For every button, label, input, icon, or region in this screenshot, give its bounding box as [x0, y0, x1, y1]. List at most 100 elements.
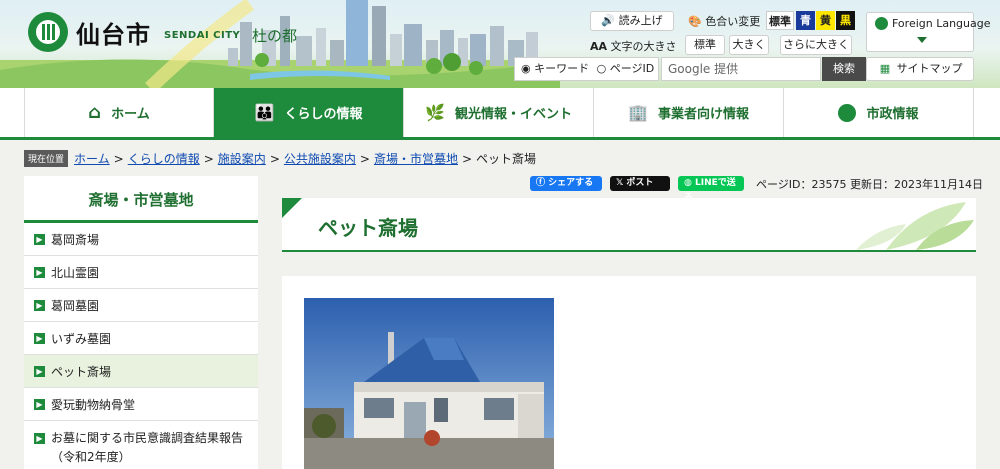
x-post-button[interactable]: 𝕏 ポスト — [610, 176, 670, 191]
text-size-large-button[interactable]: 大きく — [729, 35, 769, 55]
nav-item-label: 市政情報 — [866, 107, 919, 122]
sidebar-item-izumi-boen[interactable]: ▶ いずみ墓園 — [24, 322, 258, 355]
sidebar-item-label: 葛岡墓園 — [51, 298, 100, 313]
breadcrumb-link[interactable]: くらしの情報 — [128, 150, 200, 167]
breadcrumb-separator: > — [269, 151, 280, 166]
search-input[interactable]: Google 提供 — [661, 57, 821, 81]
pet-crematorium-photo — [304, 298, 554, 469]
sidebar-item-label: 愛玩動物納骨堂 — [51, 397, 136, 412]
color-blue-button[interactable]: 青 — [796, 11, 815, 30]
nav-item-label: くらしの情報 — [284, 107, 363, 122]
text-size-standard-button[interactable]: 標準 — [685, 35, 725, 55]
nav-item-tourism[interactable]: 🌿 観光情報・イベント — [404, 88, 594, 137]
nav-item-label: 事業者向け情報 — [657, 107, 749, 122]
speaker-icon: 🔊 — [601, 14, 616, 27]
sidebar-item-survey-report[interactable]: ▶ お墓に関する市民意識調査結果報告（令和2年度） — [24, 421, 258, 469]
breadcrumb-link[interactable]: 施設案内 — [218, 150, 266, 167]
sidebar-item-kuzuoka-boen[interactable]: ▶ 葛岡墓園 — [24, 289, 258, 322]
color-change-text: 色合い変更 — [705, 15, 761, 28]
text-size-icon: AA — [590, 40, 608, 53]
breadcrumb-separator: > — [359, 151, 370, 166]
sidebar-title: 斎場・市営墓地 — [24, 176, 258, 223]
facebook-share-label: シェアする — [548, 178, 594, 188]
globe-icon — [875, 17, 888, 30]
sidebar-item-label: いずみ墓園 — [51, 331, 112, 346]
sidebar-item-kitayama-reien[interactable]: ▶ 北山霊園 — [24, 256, 258, 289]
color-black-button[interactable]: 黒 — [836, 11, 855, 30]
foreign-language-button[interactable]: Foreign Language — [866, 12, 991, 52]
breadcrumb-link[interactable]: ホーム — [74, 150, 110, 167]
breadcrumb-badge: 現在位置 — [24, 150, 69, 167]
city-tagline: 杜の都 — [252, 27, 298, 45]
sidebar-item-pet-saijo[interactable]: ▶ ペット斎場 — [24, 355, 258, 388]
nav-item-label: ホーム — [111, 107, 150, 122]
radio-page-id-label: ページID — [609, 62, 655, 75]
search-button[interactable]: 検索 — [822, 57, 866, 81]
site-logo[interactable]: 仙台市 — [28, 12, 151, 52]
sitemap-label: サイトマップ — [896, 62, 963, 75]
chevron-right-icon: ▶ — [34, 299, 45, 311]
city-name: 仙台市 — [76, 20, 151, 49]
page-title: ペット斎場 — [318, 216, 418, 240]
sidebar-item-label: 葛岡斎場 — [51, 232, 100, 247]
sidebar-item-kuzuoka-saijo[interactable]: ▶ 葛岡斎場 — [24, 223, 258, 256]
breadcrumb-separator: > — [203, 151, 214, 166]
chevron-right-icon: ▶ — [34, 365, 45, 377]
breadcrumb-separator: > — [461, 151, 473, 166]
text-size-label: AA 文字の大きさ — [590, 38, 677, 54]
chevron-right-icon: ▶ — [34, 233, 45, 245]
x-post-label: ポスト — [626, 178, 654, 188]
radio-page-id[interactable]: ○ — [597, 62, 607, 75]
text-size-larger-button[interactable]: さらに大きく — [780, 35, 852, 55]
nav-item-home[interactable]: ⌂ ホーム — [24, 88, 214, 137]
heading-corner-decoration — [282, 198, 302, 218]
chevron-right-icon: ▶ — [34, 398, 45, 410]
leaf-decoration-icon — [856, 202, 974, 250]
sidebar: 斎場・市営墓地 ▶ 葛岡斎場 ▶ 北山霊園 ▶ 葛岡墓園 ▶ いずみ墓園 ▶ ペ… — [24, 176, 258, 469]
updated-date: 更新日：2023年11月14日 — [850, 178, 983, 191]
facebook-share-button[interactable]: ⓕ シェアする — [530, 176, 602, 191]
breadcrumb-separator: > — [113, 151, 124, 166]
nav-item-living[interactable]: 👪 くらしの情報 — [214, 88, 404, 137]
sidebar-item-pet-nokotsudo[interactable]: ▶ 愛玩動物納骨堂 — [24, 388, 258, 421]
nav-item-business[interactable]: 🏢 事業者向け情報 — [594, 88, 784, 137]
breadcrumb-link[interactable]: 公共施設案内 — [284, 150, 356, 167]
facebook-icon: ⓕ — [536, 178, 546, 188]
tourism-icon: 🌿 — [425, 103, 445, 122]
chevron-right-icon: ▶ — [34, 433, 45, 444]
sidebar-item-label: お墓に関する市民意識調査結果報告（令和2年度） — [51, 431, 244, 464]
palette-icon: 🎨 — [688, 15, 702, 28]
business-icon: 🏢 — [628, 103, 648, 122]
page-heading: ペット斎場 — [282, 198, 976, 252]
sidebar-item-label: 北山霊園 — [51, 265, 100, 280]
foreign-language-label: Foreign Language — [892, 17, 991, 30]
breadcrumb-current: ペット斎場 — [476, 152, 537, 166]
sidebar-item-label: ペット斎場 — [51, 364, 112, 379]
radio-keyword-label: キーワード — [534, 62, 590, 75]
chevron-down-icon — [917, 37, 927, 43]
color-yellow-button[interactable]: 黄 — [816, 11, 835, 30]
sitemap-icon: ▦ — [879, 62, 891, 75]
line-icon: ◍ — [684, 178, 692, 188]
sitemap-button[interactable]: ▦ サイトマップ — [866, 57, 974, 81]
radio-keyword[interactable]: ◉ — [521, 62, 531, 75]
family-icon: 👪 — [254, 103, 275, 122]
breadcrumb: 現在位置 ホーム > くらしの情報 > 施設案内 > 公共施設案内 > 斎場・市営墓地 >… — [24, 150, 536, 167]
sendai-emblem-icon — [28, 12, 68, 52]
chevron-right-icon: ▶ — [34, 332, 45, 344]
main-content — [282, 276, 976, 469]
color-standard-button[interactable]: 標準 — [766, 11, 794, 30]
color-change-label: 🎨 色合い変更 — [688, 13, 760, 29]
city-emblem-icon — [838, 103, 857, 122]
breadcrumb-link[interactable]: 斎場・市営墓地 — [374, 150, 458, 167]
chevron-right-icon: ▶ — [34, 266, 45, 278]
search-placeholder: Google 提供 — [668, 62, 739, 76]
line-send-button[interactable]: ◍ LINEで送る — [678, 176, 744, 203]
x-icon: 𝕏 — [616, 178, 624, 188]
nav-item-city-govt[interactable]: 市政情報 — [784, 88, 974, 137]
nav-item-label: 観光情報・イベント — [454, 107, 572, 122]
global-nav: ⌂ ホーム 👪 くらしの情報 🌿 観光情報・イベント 🏢 事業者向け情報 市政情… — [0, 88, 1000, 140]
read-aloud-button[interactable]: 🔊 読み上げ — [590, 11, 674, 31]
site-header: 仙台市 SENDAI CITY 杜の都 🔊 読み上げ 🎨 色合い変更 標準 青 … — [0, 0, 1000, 88]
page-id: ページID：23575 — [756, 178, 847, 191]
